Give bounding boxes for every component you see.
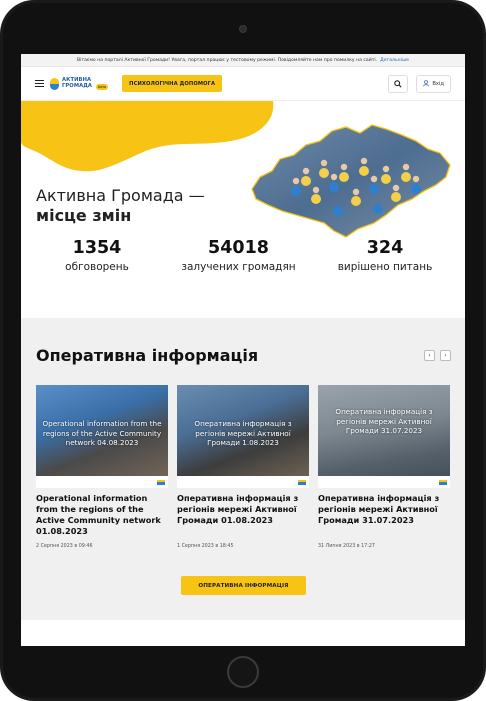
stat-citizens: 54018 залучених громадян <box>159 238 319 273</box>
news-card[interactable]: Operational information from the regions… <box>36 385 168 549</box>
section-title: Оперативна інформація <box>36 346 259 365</box>
ukraine-map-photo <box>251 124 451 238</box>
search-icon <box>394 79 402 88</box>
stat-label: залучених громадян <box>181 261 296 273</box>
news-card-title[interactable]: Оперативна інформація з регіонів мережі … <box>318 493 450 541</box>
card-logo-icon <box>157 480 165 485</box>
operational-info-button[interactable]: ОПЕРАТИВНА ІНФОРМАЦІЯ <box>181 576 306 595</box>
stat-label: вирішено питань <box>337 261 433 273</box>
notice-bar: Вітаємо на порталі Активної Громади! Ува… <box>21 54 465 67</box>
beta-badge: beta <box>96 83 109 90</box>
stat-value: 324 <box>366 238 404 258</box>
site-header: АКТИВНА ГРОМАДА beta ПСИХОЛОГІЧНА ДОПОМО… <box>21 67 465 101</box>
notice-link[interactable]: Детальніше <box>380 58 409 63</box>
camera-icon <box>239 25 247 33</box>
news-card-date: 2 Серпня 2023 в 09:46 <box>36 544 93 549</box>
hero-yellow-shape <box>21 101 274 172</box>
stats-row: 1354 обговорень 54018 залучених громадян… <box>36 238 451 273</box>
news-card[interactable]: Оперативна інформація з регіонів мережі … <box>318 385 450 549</box>
hero-title-line2: місце змін <box>36 206 132 225</box>
logo-mark-icon <box>50 77 59 90</box>
site-logo[interactable]: АКТИВНА ГРОМАДА beta <box>50 77 109 90</box>
operational-info-section: Оперативна інформація ‹ › Operational in… <box>21 318 465 620</box>
card-image-text: Оперативна інформація з регіонів мережі … <box>194 419 292 447</box>
screen: Вітаємо на порталі Активної Громади! Ува… <box>21 54 465 646</box>
news-card-date: 1 Серпня 2023 в 18:45 <box>177 544 234 549</box>
hamburger-icon[interactable] <box>35 80 44 87</box>
psych-help-button[interactable]: ПСИХОЛОГІЧНА ДОПОМОГА <box>122 75 223 92</box>
card-caption-strip <box>177 476 309 488</box>
hero-title-line1: Активна Громада — <box>36 186 205 205</box>
logo-line2: ГРОМАДА <box>62 82 93 89</box>
stat-value: 1354 <box>72 238 122 258</box>
stat-discussions: 1354 обговорень <box>36 238 158 273</box>
news-card-image[interactable]: Оперативна інформація з регіонів мережі … <box>318 385 450 488</box>
chevron-left-icon[interactable]: ‹ <box>424 350 435 361</box>
news-card-date: 31 Липня 2023 в 17:27 <box>318 544 375 549</box>
news-card-image[interactable]: Operational information from the regions… <box>36 385 168 488</box>
hero-section: Активна Громада — місце змін 1354 обгово… <box>21 101 465 319</box>
news-cards: Operational information from the regions… <box>36 385 451 549</box>
news-card-title[interactable]: Operational information from the regions… <box>36 493 168 541</box>
stat-value: 54018 <box>208 238 269 258</box>
carousel-arrows: ‹ › <box>424 350 451 361</box>
home-button[interactable] <box>227 656 259 688</box>
tablet-frame: Вітаємо на порталі Активної Громади! Ува… <box>0 0 486 701</box>
card-logo-icon <box>439 480 447 485</box>
login-button[interactable]: Вхід <box>416 74 451 93</box>
notice-text: Вітаємо на порталі Активної Громади! Ува… <box>77 57 378 63</box>
chevron-right-icon[interactable]: › <box>440 350 451 361</box>
stat-resolved: 324 вирішено питань <box>319 238 451 273</box>
news-card-title[interactable]: Оперативна інформація з регіонів мережі … <box>177 493 309 541</box>
hero-title: Активна Громада — місце змін <box>36 186 205 226</box>
login-label: Вхід <box>432 80 444 87</box>
search-button[interactable] <box>388 74 409 93</box>
card-logo-icon <box>298 480 306 485</box>
news-card[interactable]: Оперативна інформація з регіонів мережі … <box>177 385 309 549</box>
news-card-image[interactable]: Оперативна інформація з регіонів мережі … <box>177 385 309 488</box>
card-image-text: Оперативна інформація з регіонів мережі … <box>335 407 433 435</box>
user-icon <box>423 80 430 87</box>
card-caption-strip <box>318 476 450 488</box>
stat-label: обговорень <box>65 261 129 273</box>
card-caption-strip <box>36 476 168 488</box>
card-image-text: Operational information from the regions… <box>42 419 162 447</box>
logo-text: АКТИВНА ГРОМАДА <box>62 77 93 89</box>
